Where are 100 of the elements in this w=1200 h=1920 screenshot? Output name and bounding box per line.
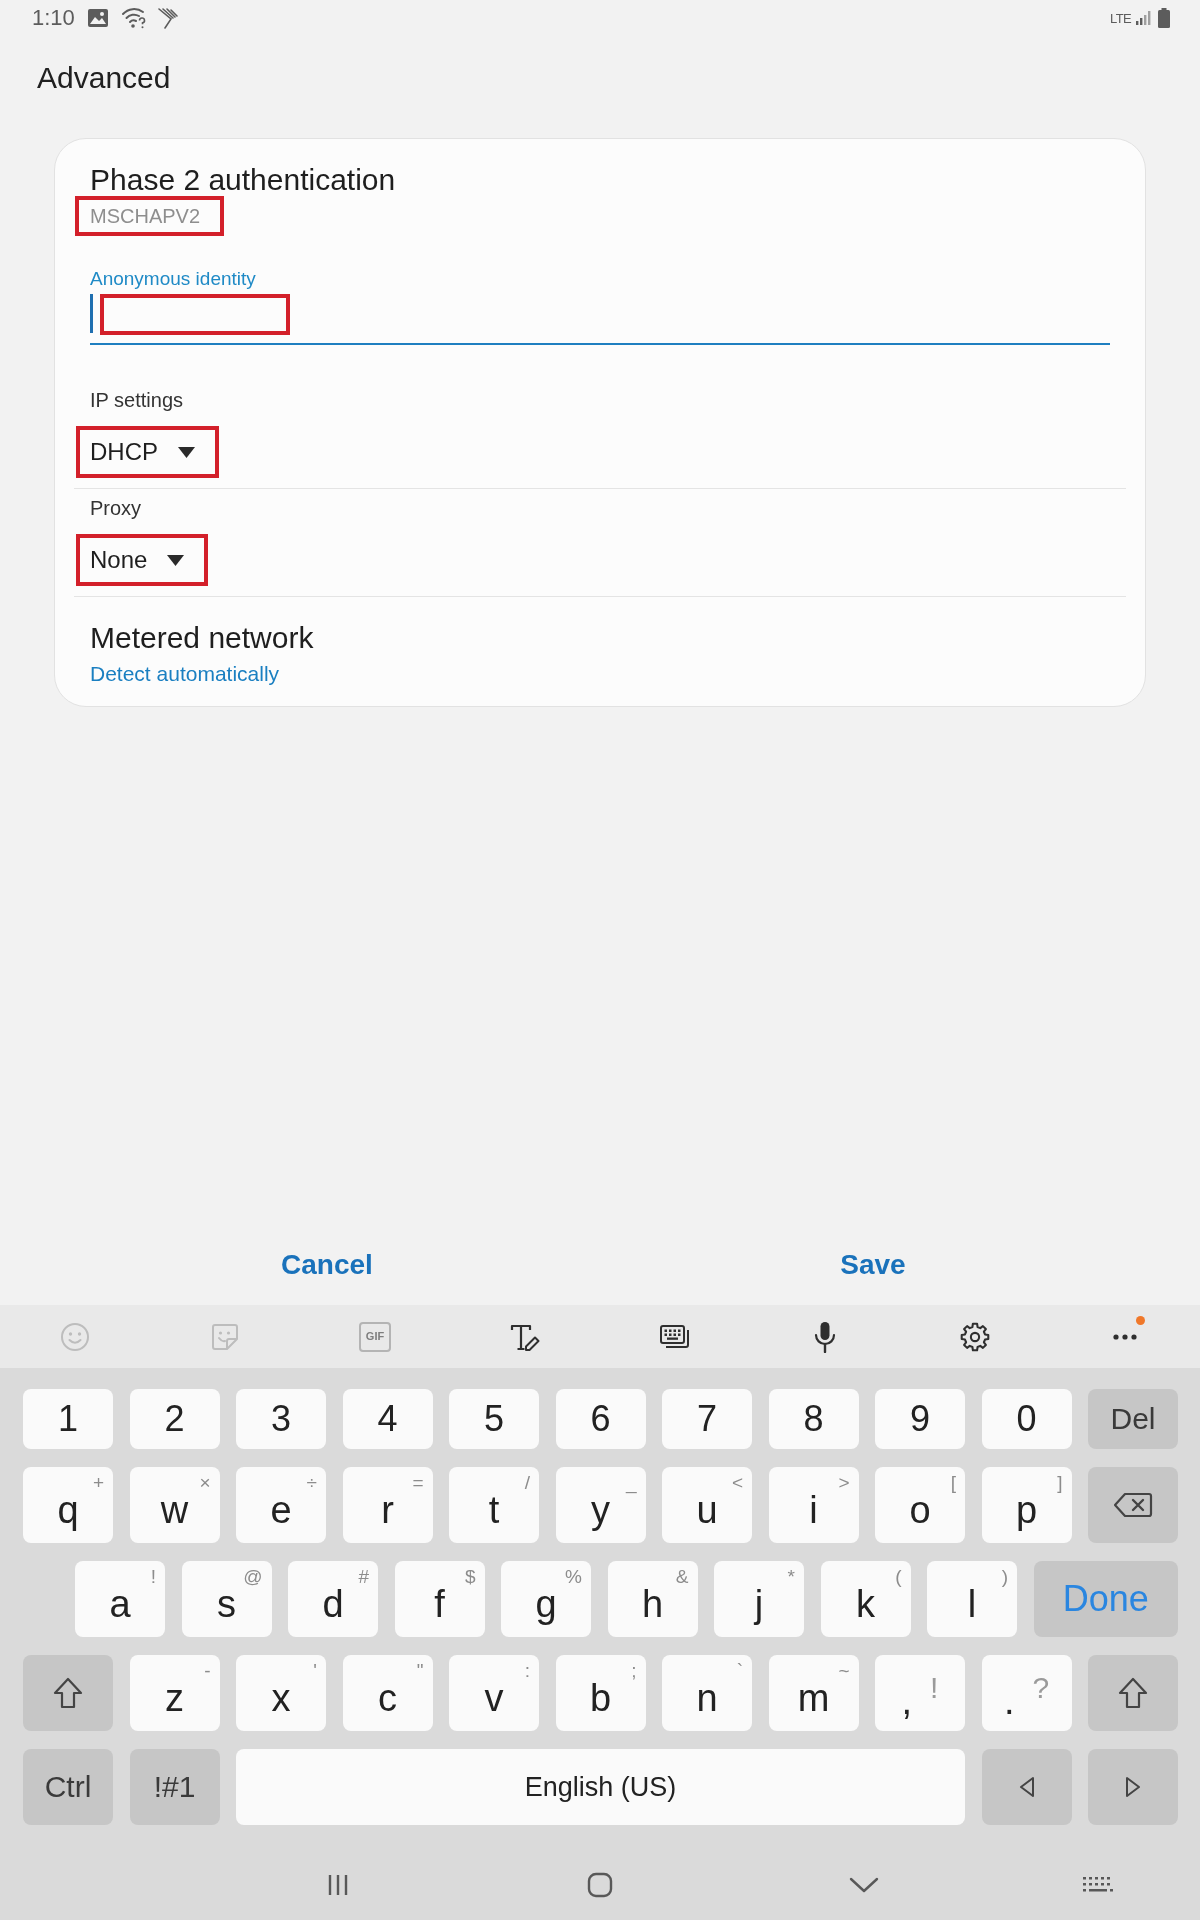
space-key[interactable]: English (US) (236, 1749, 965, 1825)
keyboard-key[interactable]: 6 (555, 1389, 646, 1449)
function-key[interactable]: Del (1088, 1389, 1178, 1449)
keyboard-key[interactable]: y _ (555, 1467, 646, 1543)
keyboard-key[interactable]: 4 (342, 1389, 433, 1449)
keyboard-key[interactable]: o [ (875, 1467, 965, 1543)
keyboard-key[interactable]: f $ (394, 1561, 485, 1637)
keyboard-key[interactable]: 3 (236, 1389, 326, 1449)
gallery-icon (86, 8, 109, 28)
symbol-hint: ÷ (306, 1473, 317, 1492)
symbol-hint: ] (1057, 1473, 1063, 1492)
keyboard-key[interactable]: j * (714, 1561, 804, 1637)
keyboard-key[interactable]: 1 (23, 1389, 113, 1449)
symbol-hint: < (731, 1473, 743, 1492)
keyboard-key[interactable]: t / (449, 1467, 539, 1543)
shift-icon (1118, 1677, 1148, 1709)
keyboard-key[interactable]: u < (662, 1467, 752, 1543)
keyboard-key[interactable]: d # (288, 1561, 378, 1637)
shift-key[interactable] (1088, 1655, 1178, 1731)
status-time: 1:10 (32, 5, 75, 31)
setting-title: Phase 2 authentication (90, 162, 396, 198)
backspace-icon (1113, 1492, 1153, 1518)
symbol-hint: * (787, 1567, 795, 1586)
keyboard-key[interactable]: r = (342, 1467, 433, 1543)
symbol-hint: + (92, 1473, 104, 1492)
action-button[interactable]: Cancel (275, 1240, 379, 1290)
keyboard-key[interactable]: m ~ (768, 1655, 859, 1731)
symbol-hint: / (524, 1473, 530, 1492)
carrier-icon (156, 7, 179, 29)
symbol-hint: ? (1032, 1673, 1050, 1706)
keyboard-key[interactable]: h & (607, 1561, 698, 1637)
keyboard-key[interactable]: 0 (981, 1389, 1072, 1449)
symbol-hint: ! (150, 1567, 156, 1586)
symbol-hint: @ (243, 1567, 263, 1586)
keyboard-key[interactable]: s @ (181, 1561, 272, 1637)
function-key[interactable]: Ctrl (23, 1749, 113, 1825)
chevron-down-icon[interactable] (849, 1877, 879, 1893)
dropdown[interactable]: DHCP (76, 426, 219, 478)
keyboard-key[interactable]: . ? (981, 1655, 1072, 1731)
keyboard-key[interactable]: c " (342, 1655, 433, 1731)
field-label: IP settings (90, 388, 184, 412)
keyboard-key[interactable]: w × (129, 1467, 220, 1543)
caret-right-icon (1125, 1776, 1141, 1798)
keyboard-key[interactable]: 7 (662, 1389, 752, 1449)
battery-icon (1158, 8, 1170, 28)
dropdown[interactable]: None (76, 534, 209, 586)
keyboard-key[interactable]: n ` (662, 1655, 752, 1731)
keyboard-icon[interactable] (1082, 1876, 1114, 1894)
symbol-hint: & (675, 1567, 689, 1586)
symbol-hint: $ (464, 1567, 476, 1586)
action-button[interactable]: Save (834, 1240, 912, 1290)
keyboard-key[interactable]: , ! (875, 1655, 965, 1731)
keyboard-key[interactable]: x ' (236, 1655, 326, 1731)
keyboard-key[interactable]: l ) (927, 1561, 1017, 1637)
symbol-hint: " (416, 1661, 424, 1680)
signal-icon (1135, 10, 1151, 26)
symbol-hint: _ (625, 1473, 637, 1492)
recent-apps-icon[interactable] (326, 1873, 350, 1897)
symbol-hint: ( (895, 1567, 902, 1586)
text-input-field[interactable] (90, 291, 1110, 345)
caret-left-icon (1018, 1776, 1035, 1798)
function-key[interactable]: !#1 (129, 1749, 220, 1825)
keyboard-key[interactable]: q + (23, 1467, 113, 1543)
symbol-hint: ' (313, 1661, 317, 1680)
keyboard-key[interactable]: e ÷ (236, 1467, 326, 1543)
keyboard-key[interactable]: a ! (75, 1561, 165, 1637)
symbol-hint: % (565, 1567, 582, 1586)
symbol-hint: : (524, 1661, 530, 1680)
symbol-hint: - (204, 1661, 211, 1680)
caret-down-icon (167, 554, 185, 566)
symbol-hint: = (412, 1473, 424, 1492)
field-label: Proxy (90, 496, 142, 520)
more-options-icon[interactable] (1112, 1332, 1138, 1341)
backspace-key[interactable] (1088, 1467, 1178, 1543)
symbol-hint: ; (631, 1661, 637, 1680)
symbol-hint: ~ (838, 1661, 850, 1680)
keyboard-key[interactable]: 5 (449, 1389, 539, 1449)
keyboard-key[interactable]: v : (449, 1655, 539, 1731)
home-icon[interactable] (587, 1872, 613, 1898)
keyboard-key[interactable]: 2 (129, 1389, 220, 1449)
setting-value: MSCHAPV2 (75, 196, 225, 236)
symbol-hint: ) (1001, 1567, 1008, 1586)
symbol-hint: > (838, 1473, 850, 1492)
keyboard-key[interactable]: 8 (768, 1389, 859, 1449)
shift-key[interactable] (23, 1655, 113, 1731)
keyboard-key[interactable]: i > (768, 1467, 859, 1543)
symbol-hint: × (199, 1473, 211, 1492)
keyboard-key[interactable]: p ] (981, 1467, 1072, 1543)
keyboard-key[interactable]: 9 (875, 1389, 965, 1449)
network-type-label: LTE (1110, 11, 1131, 25)
setting-title: Metered network (90, 620, 314, 656)
page-title: Advanced (37, 60, 171, 96)
wifi-icon (120, 7, 147, 29)
symbol-hint: ` (736, 1661, 743, 1680)
settings-icon[interactable] (960, 1321, 990, 1352)
keyboard-key[interactable]: b ; (555, 1655, 646, 1731)
keyboard-key[interactable]: z - (129, 1655, 220, 1731)
keyboard-key[interactable]: g % (501, 1561, 591, 1637)
keyboard-key[interactable]: k ( (820, 1561, 911, 1637)
setting-value[interactable]: Detect automatically (86, 661, 284, 687)
